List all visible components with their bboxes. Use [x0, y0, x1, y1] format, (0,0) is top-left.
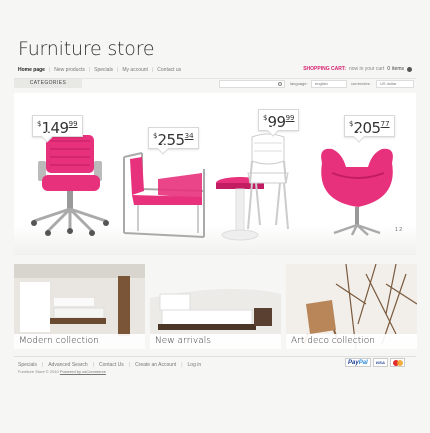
nav-home[interactable]: Home page — [18, 67, 45, 73]
price-currency: $ — [37, 120, 42, 128]
footer-link-specials[interactable]: Specials — [18, 362, 37, 368]
copyright: Furniture Store © 2010 Powered by osComm… — [18, 369, 106, 374]
nav-new-products[interactable]: New products — [54, 67, 85, 73]
paypal-text-b: Pal — [358, 360, 368, 366]
price-whole: 205 — [353, 119, 381, 137]
price-cents: 99 — [68, 120, 78, 128]
nav-separator: | — [117, 67, 119, 73]
cart-icon[interactable] — [407, 66, 412, 72]
paypal-text-a: Pay — [348, 360, 359, 366]
copyright-text: Furniture Store © 2010 — [18, 369, 59, 374]
currency-select[interactable]: US dollar — [376, 80, 414, 88]
paypal-logo: PayPal — [345, 358, 371, 367]
price-currency: $ — [349, 120, 354, 128]
footer-separator: | — [92, 362, 95, 368]
footer-link-contact-us[interactable]: Contact Us — [99, 362, 124, 368]
visa-logo: VISA — [372, 358, 388, 367]
price-cents: 77 — [380, 120, 390, 128]
footer-divider — [14, 356, 416, 357]
top-navigation: Home page | New products | Specials | My ac… — [18, 67, 185, 73]
cart-title[interactable]: SHOPPING CART: — [303, 66, 346, 72]
price-tag-3: $9999 — [258, 109, 300, 131]
egg-chair-image[interactable] — [312, 143, 402, 239]
price-whole: 149 — [41, 119, 69, 137]
nav-separator: | — [151, 67, 154, 73]
mastercard-logo — [389, 358, 405, 367]
page: Furniture store Home page | New products |… — [0, 0, 430, 433]
price-currency: $ — [263, 114, 268, 122]
white-chair-image[interactable] — [240, 133, 296, 233]
price-cents: 99 — [285, 114, 295, 122]
banner-modern-collection[interactable]: Modern collection — [14, 264, 145, 349]
nav-separator: | — [88, 67, 91, 73]
office-chair-image[interactable] — [24, 131, 124, 243]
nav-separator: | — [48, 67, 51, 73]
footer-link-advanced-search[interactable]: Advanced Search — [48, 362, 87, 368]
powered-by-link[interactable]: Powered by osCommerce — [60, 369, 106, 374]
nav-specials[interactable]: Specials — [94, 67, 113, 73]
language-select[interactable]: english — [311, 80, 347, 88]
banner-label[interactable]: Art deco collection — [286, 334, 417, 349]
hero-slider[interactable]: $14999 $25534 $9999 $20577 1 2 — [14, 93, 416, 255]
banner-label[interactable]: New arrivals — [150, 334, 281, 349]
nav-contact-us[interactable]: Contact us — [157, 67, 181, 73]
cart-count: 0 — [387, 66, 391, 72]
footer-separator: | — [128, 362, 131, 368]
banner-new-arrivals[interactable]: New arrivals — [150, 264, 281, 349]
currency-label: currencies: — [351, 81, 371, 86]
toolbar: CATEGORIES language: english currencies:… — [14, 78, 416, 90]
collection-banners: Modern collection New arrivals Art deco … — [14, 264, 417, 349]
price-cents: 34 — [184, 132, 194, 140]
cart-items-label: items — [392, 66, 404, 72]
categories-button[interactable]: CATEGORIES — [14, 79, 82, 88]
nav-my-account[interactable]: My account — [122, 67, 148, 73]
footer-link-create-account[interactable]: Create an Account — [135, 362, 176, 368]
site-logo[interactable]: Furniture store — [18, 38, 155, 60]
price-currency: $ — [153, 132, 158, 140]
cart-text: now in your cart — [348, 66, 385, 72]
lounge-chair-image[interactable] — [118, 143, 210, 243]
payment-methods: PayPal VISA — [345, 358, 405, 367]
footer-separator: | — [181, 362, 183, 368]
search-input[interactable] — [219, 80, 285, 88]
shopping-cart[interactable]: SHOPPING CART: now in your cart 0 items — [303, 66, 412, 72]
footer-separator: | — [41, 362, 44, 368]
banner-art-deco-collection[interactable]: Art deco collection — [286, 264, 417, 349]
price-tag-4: $20577 — [344, 115, 395, 137]
price-tag-2: $25534 — [148, 127, 199, 149]
slider-pagination[interactable]: 1 2 — [395, 227, 402, 233]
price-whole: 255 — [157, 131, 185, 149]
price-tag-1: $14999 — [32, 115, 83, 137]
footer-link-log-in[interactable]: Log in — [188, 362, 202, 368]
price-whole: 99 — [267, 113, 286, 131]
banner-label[interactable]: Modern collection — [14, 334, 145, 349]
language-label: language: — [290, 81, 308, 86]
footer-navigation: Specials | Advanced Search | Contact Us | C… — [18, 362, 206, 368]
search-icon[interactable] — [278, 82, 282, 86]
